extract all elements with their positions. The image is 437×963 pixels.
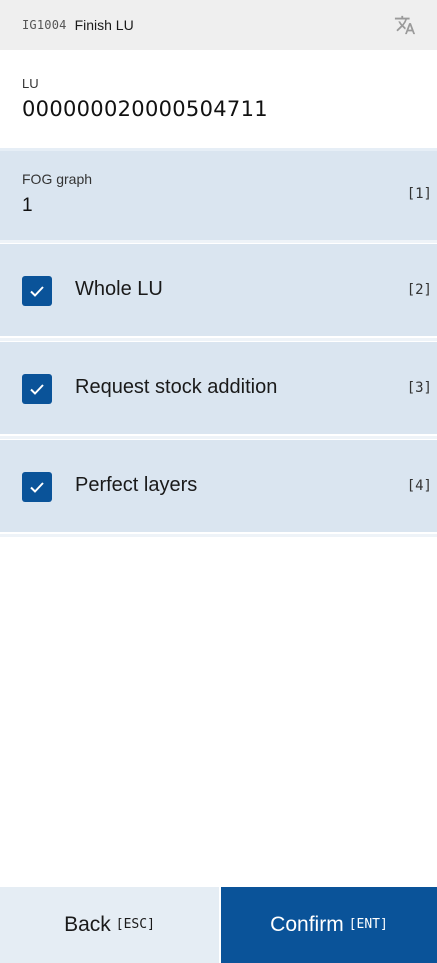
request-stock-addition-checkbox[interactable] (22, 374, 52, 404)
fog-graph-shortcut: [1] (406, 186, 432, 202)
back-button-shortcut: [ESC] (115, 916, 155, 932)
divider (0, 436, 437, 439)
fog-graph-label: FOG graph (22, 171, 93, 187)
lu-label: LU (22, 76, 39, 91)
perfect-layers-checkbox[interactable] (22, 472, 52, 502)
fog-graph-row[interactable]: FOG graph 1 [1] (0, 148, 437, 240)
screen-code: IG1004 (22, 18, 67, 32)
app-header: IG1004 Finish LU (0, 0, 437, 50)
back-button[interactable]: Back [ESC] (0, 887, 219, 963)
divider (0, 534, 437, 537)
whole-lu-label: Whole LU (75, 278, 163, 300)
perfect-layers-shortcut: [4] (406, 478, 432, 494)
request-stock-addition-shortcut: [3] (406, 380, 432, 396)
confirm-button[interactable]: Confirm [ENT] (219, 887, 437, 963)
request-stock-addition-label: Request stock addition (75, 376, 278, 398)
translate-icon[interactable] (393, 13, 417, 37)
back-button-label: Back (64, 913, 111, 936)
option-whole-lu[interactable]: Whole LU [2] (0, 244, 437, 336)
divider (0, 240, 437, 243)
divider (0, 338, 437, 341)
screen-title: Finish LU (74, 17, 134, 33)
fog-graph-value: 1 (22, 195, 33, 216)
confirm-button-label: Confirm (270, 913, 344, 936)
confirm-button-shortcut: [ENT] (348, 916, 388, 932)
footer-actions: Back [ESC] Confirm [ENT] (0, 887, 437, 963)
lu-value: 000000020000504711 (22, 97, 268, 121)
perfect-layers-label: Perfect layers (75, 474, 198, 496)
whole-lu-shortcut: [2] (406, 282, 432, 298)
option-perfect-layers[interactable]: Perfect layers [4] (0, 440, 437, 532)
whole-lu-checkbox[interactable] (22, 276, 52, 306)
option-request-stock-addition[interactable]: Request stock addition [3] (0, 342, 437, 434)
